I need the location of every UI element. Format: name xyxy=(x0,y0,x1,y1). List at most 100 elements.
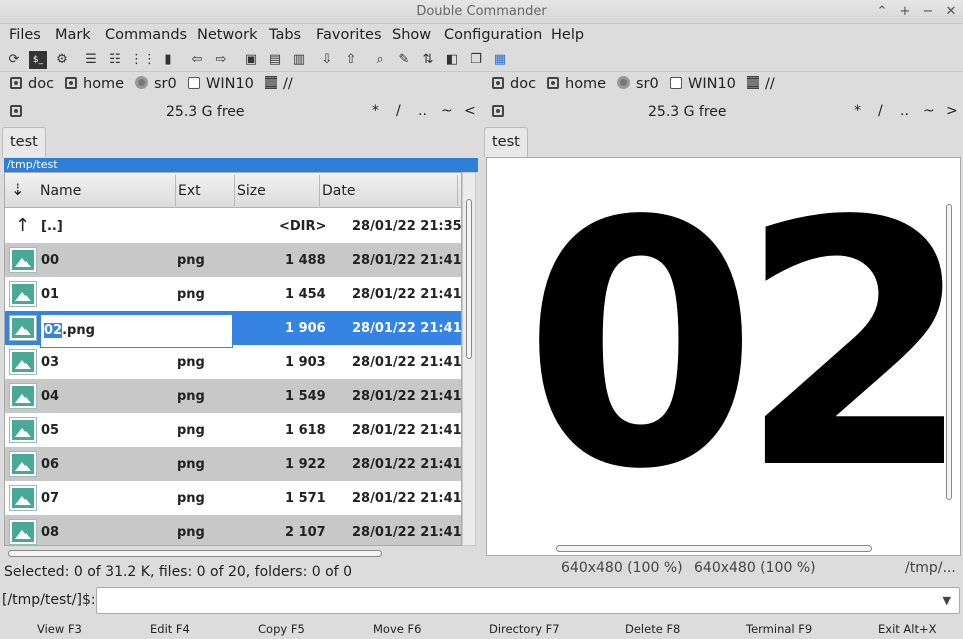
directory-button[interactable]: Directory F7 xyxy=(489,622,560,636)
nav-parent[interactable]: .. xyxy=(900,103,909,119)
brief-view-icon[interactable]: ☰ xyxy=(82,51,100,69)
image-file-icon xyxy=(9,383,37,409)
column-size[interactable]: Size xyxy=(237,183,266,199)
drive-network[interactable]: // xyxy=(747,76,775,92)
nav-history[interactable]: < xyxy=(464,103,476,119)
left-status-bar: Selected: 0 of 31.2 K, files: 0 of 20, f… xyxy=(4,564,352,580)
calendar-icon[interactable]: ▦ xyxy=(491,51,509,69)
table-row[interactable]: 05 png 1 618 28/01/22 21:41:12 xyxy=(5,413,461,447)
command-prompt: [/tmp/test/]$: xyxy=(2,592,96,608)
command-input[interactable]: ▼ xyxy=(96,587,960,614)
drive-network[interactable]: // xyxy=(265,76,293,92)
nav-history[interactable]: > xyxy=(946,103,958,119)
download-icon[interactable]: ⇩ xyxy=(318,51,336,69)
view-button[interactable]: View F3 xyxy=(37,622,82,636)
menu-tabs[interactable]: Tabs xyxy=(269,27,301,43)
thumbnail-view-icon[interactable]: ⋮⋮ xyxy=(130,51,156,69)
menu-commands[interactable]: Commands xyxy=(105,27,187,43)
menu-files[interactable]: Files xyxy=(9,27,41,43)
table-row[interactable]: 08 png 2 107 28/01/22 21:41:12 xyxy=(5,515,461,545)
drive-home[interactable]: home xyxy=(547,76,606,92)
scrollbar-thumb[interactable] xyxy=(556,545,872,552)
column-header: ⇣ Name Ext Size Date xyxy=(5,173,461,208)
full-view-icon[interactable]: ☷ xyxy=(106,51,124,69)
menu-configuration[interactable]: Configuration xyxy=(444,27,542,43)
table-row[interactable]: 00 png 1 488 28/01/22 21:41:12 xyxy=(5,243,461,277)
minimize-button[interactable]: − xyxy=(919,3,937,21)
pack-icon[interactable]: ▣ xyxy=(242,51,260,69)
current-path: /tmp/test xyxy=(4,158,478,172)
upload-icon[interactable]: ⇧ xyxy=(342,51,360,69)
menu-show[interactable]: Show xyxy=(392,27,431,43)
image-file-icon xyxy=(9,281,37,307)
drive-doc[interactable]: doc xyxy=(10,76,54,92)
viewer-vertical-scrollbar[interactable] xyxy=(941,160,959,545)
table-row[interactable]: 03 png 1 903 28/01/22 21:41:12 xyxy=(5,345,461,379)
delete-button[interactable]: Delete F8 xyxy=(625,622,680,636)
rename-input[interactable]: 02.png xyxy=(40,314,233,348)
move-button[interactable]: Move F6 xyxy=(373,622,421,636)
drive-win10[interactable]: WIN10 xyxy=(670,76,736,92)
menu-favorites[interactable]: Favorites xyxy=(316,27,382,43)
sort-icon[interactable]: ⇣ xyxy=(11,180,24,199)
nav-favorites[interactable]: * xyxy=(854,103,861,119)
exit-button[interactable]: Exit Alt+X xyxy=(878,622,937,636)
gear-icon[interactable]: ⚙ xyxy=(53,51,71,69)
archive-icon[interactable]: ▥ xyxy=(290,51,308,69)
edit-button[interactable]: Edit F4 xyxy=(150,622,190,636)
terminal-button[interactable]: Terminal F9 xyxy=(746,622,812,636)
copy-right-icon[interactable]: ⇨ xyxy=(212,51,230,69)
maximize-button[interactable]: + xyxy=(896,3,914,21)
menu-bar: Files Mark Commands Network Tabs Favorit… xyxy=(0,25,963,47)
nav-root[interactable]: / xyxy=(396,103,401,119)
drive-home[interactable]: home xyxy=(65,76,124,92)
nav-home[interactable]: ~ xyxy=(441,103,453,119)
chevron-down-icon[interactable]: ▼ xyxy=(943,594,951,607)
drive-doc[interactable]: doc xyxy=(492,76,536,92)
right-info-bar: 25.3 G free * / .. ~ > xyxy=(482,100,962,124)
drive-win10[interactable]: WIN10 xyxy=(188,76,254,92)
menu-help[interactable]: Help xyxy=(551,27,584,43)
chevron-up-icon[interactable]: ⌃ xyxy=(873,3,891,21)
nav-home[interactable]: ~ xyxy=(923,103,935,119)
panel-icon[interactable]: ▮ xyxy=(159,51,177,69)
file-list-vertical-scrollbar[interactable] xyxy=(462,172,476,546)
image-resolution-scaled: 640x480 (100 %) xyxy=(694,560,816,576)
scrollbar-thumb[interactable] xyxy=(466,199,472,359)
close-button[interactable]: ✕ xyxy=(942,3,960,21)
nav-parent[interactable]: .. xyxy=(418,103,427,119)
file-list-horizontal-scrollbar[interactable] xyxy=(4,546,476,560)
menu-mark[interactable]: Mark xyxy=(55,27,91,43)
table-row[interactable]: 07 png 1 571 28/01/22 21:41:12 xyxy=(5,481,461,515)
search-icon[interactable]: ⌕ xyxy=(371,51,389,69)
edit-icon[interactable]: ✎ xyxy=(395,51,413,69)
copy-icon[interactable]: ❐ xyxy=(467,51,485,69)
table-row[interactable]: 06 png 1 922 28/01/22 21:41:12 xyxy=(5,447,461,481)
table-row[interactable]: 01 png 1 454 28/01/22 21:41:12 xyxy=(5,277,461,311)
column-ext[interactable]: Ext xyxy=(178,183,201,199)
unpack-icon[interactable]: ▤ xyxy=(266,51,284,69)
sync-icon[interactable]: ⇅ xyxy=(419,51,437,69)
column-name[interactable]: Name xyxy=(40,183,81,199)
copy-left-icon[interactable]: ⇦ xyxy=(188,51,206,69)
column-date[interactable]: Date xyxy=(322,183,355,199)
menu-network[interactable]: Network xyxy=(197,27,258,43)
tab-right-test[interactable]: test xyxy=(484,127,528,157)
nav-favorites[interactable]: * xyxy=(372,103,379,119)
refresh-icon[interactable]: ⟳ xyxy=(5,51,23,69)
arrow-up-icon: ↑ xyxy=(15,215,31,236)
drive-sr0[interactable]: sr0 xyxy=(135,76,177,92)
drive-sr0[interactable]: sr0 xyxy=(617,76,659,92)
function-key-bar: View F3 Edit F4 Copy F5 Move F6 Director… xyxy=(0,617,963,639)
table-row[interactable]: ↑ [..] <DIR> 28/01/22 21:35:30 xyxy=(5,209,461,243)
table-row[interactable]: 04 png 1 549 28/01/22 21:41:12 xyxy=(5,379,461,413)
scrollbar-thumb[interactable] xyxy=(946,204,952,500)
tab-left-test[interactable]: test xyxy=(2,127,46,157)
table-row-selected[interactable]: 02.png 1 906 28/01/22 21:41:12 xyxy=(5,311,461,348)
viewer-horizontal-scrollbar[interactable] xyxy=(488,542,943,556)
nav-root[interactable]: / xyxy=(878,103,883,119)
terminal-icon[interactable]: $_ xyxy=(29,51,47,69)
copy-button[interactable]: Copy F5 xyxy=(258,622,305,636)
compare-icon[interactable]: ◧ xyxy=(443,51,461,69)
scrollbar-thumb[interactable] xyxy=(8,550,382,557)
